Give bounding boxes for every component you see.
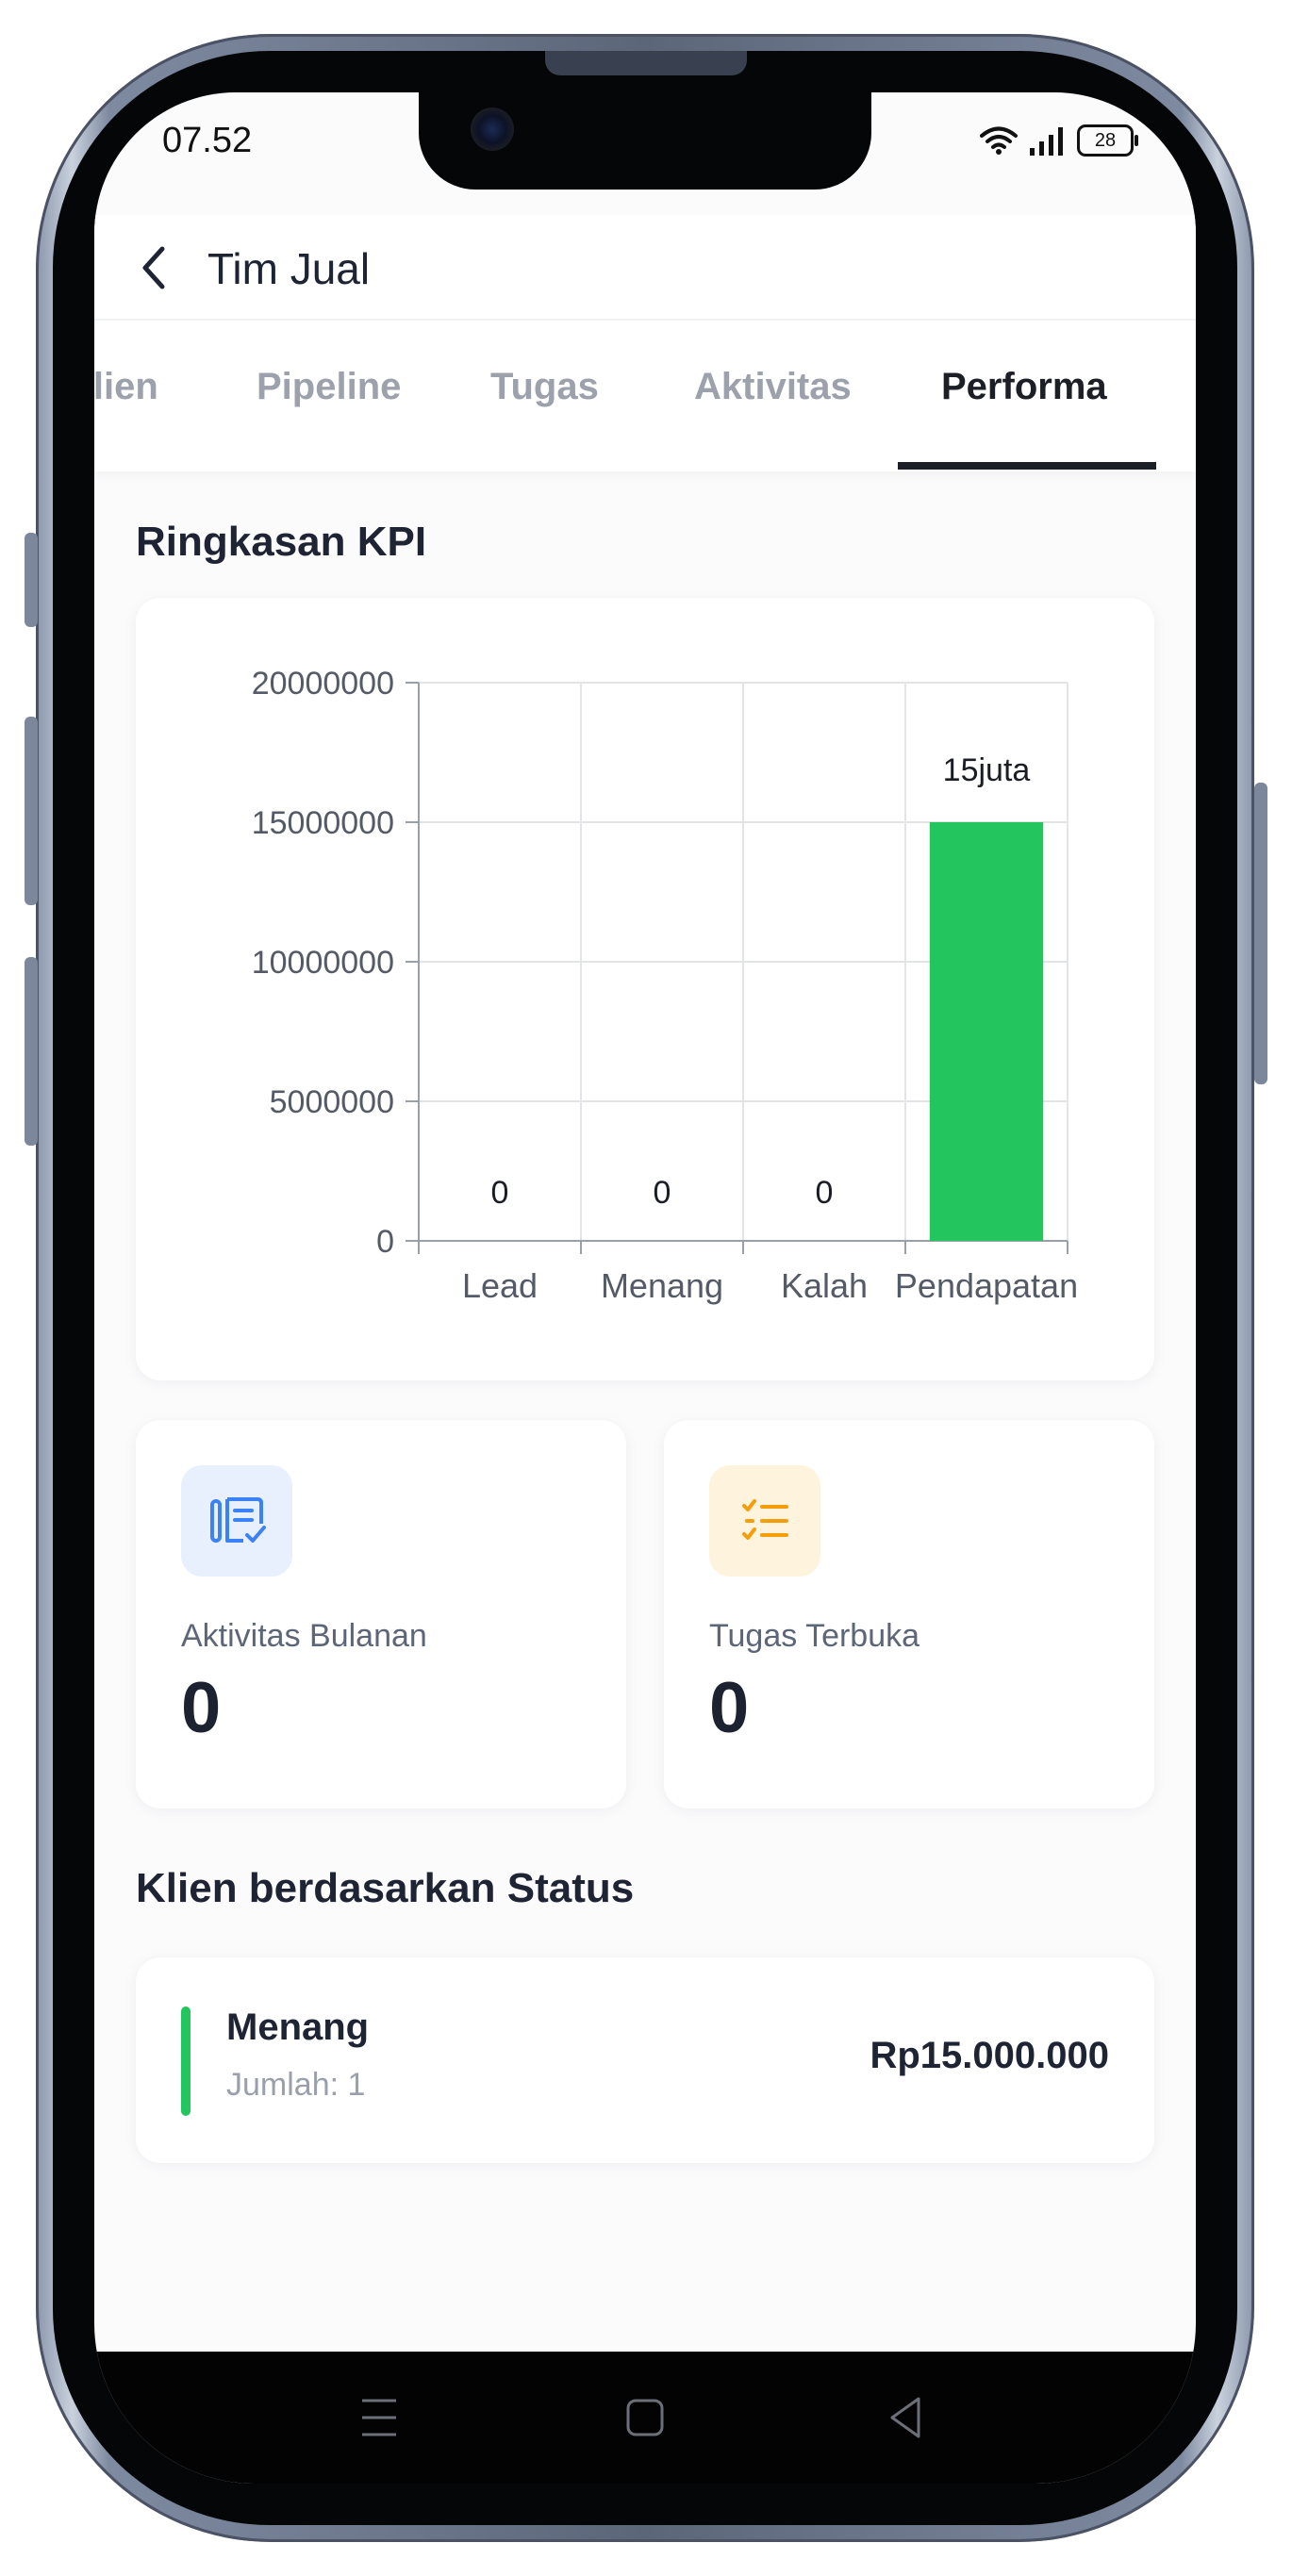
status-icons: 28 — [979, 124, 1138, 157]
home-icon[interactable] — [624, 2393, 666, 2442]
tab-performa[interactable]: Performa — [941, 366, 1107, 408]
back-icon[interactable] — [885, 2393, 926, 2442]
camera-icon — [471, 107, 514, 151]
back-arrow-icon[interactable] — [132, 241, 179, 294]
tab-aktivitas[interactable]: Aktivitas — [694, 366, 852, 408]
status-name: Menang — [226, 2006, 370, 2048]
kpi-label: Tugas Terbuka — [709, 1618, 920, 1654]
status-list-item[interactable]: Menang Jumlah: 1 Rp15.000.000 — [136, 1957, 1154, 2163]
notes-check-icon — [210, 1497, 266, 1543]
y-tick-label: 20000000 — [252, 666, 394, 702]
tab-tugas[interactable]: Tugas — [490, 366, 599, 408]
kpi-chart-card: 0 5000000 10000000 15000000 20000000 0 Lead 0 Me… — [136, 598, 1154, 1380]
kpi-label: Aktivitas Bulanan — [181, 1618, 427, 1654]
bar-pendapatan — [929, 822, 1044, 1241]
volume-up-button — [25, 717, 38, 905]
y-tick-label: 0 — [376, 1224, 394, 1260]
volume-down-button — [25, 957, 38, 1146]
screen: 07.52 28 Tim Jual Klien Pipeline Tugas A… — [94, 92, 1196, 2484]
active-tab-indicator — [898, 462, 1156, 470]
status-time: 07.52 — [162, 121, 253, 160]
x-tick-label: Menang — [601, 1266, 723, 1305]
tab-klien[interactable]: Klien — [94, 366, 158, 408]
notch — [419, 92, 871, 190]
kpi-bar-chart: 0 5000000 10000000 15000000 20000000 0 Lead 0 Me… — [252, 666, 1078, 1305]
x-tick-label: Lead — [462, 1266, 538, 1305]
data-label: 0 — [654, 1175, 671, 1211]
y-tick-label: 5000000 — [270, 1084, 394, 1120]
x-tick-label: Kalah — [781, 1266, 868, 1305]
kpi-card-monthly-activities: Aktivitas Bulanan 0 — [136, 1420, 626, 1808]
x-tick-label: Pendapatan — [895, 1266, 1078, 1305]
status-count: Jumlah: 1 — [226, 2067, 366, 2103]
kpi-icon-box — [709, 1465, 820, 1577]
page-title: Tim Jual — [207, 244, 371, 293]
data-label: 0 — [491, 1175, 509, 1211]
battery-level: 28 — [1094, 130, 1117, 151]
tab-pipeline[interactable]: Pipeline — [257, 366, 401, 408]
checklist-icon — [742, 1499, 788, 1540]
y-tick-label: 10000000 — [252, 945, 394, 981]
kpi-icon-box — [181, 1465, 292, 1577]
app-header: Tim Jual — [94, 215, 1196, 319]
signal-icon — [1030, 127, 1063, 156]
data-label: 0 — [816, 1175, 834, 1211]
kpi-section-title: Ringkasan KPI — [136, 519, 427, 565]
status-section-title: Klien berdasarkan Status — [136, 1865, 635, 1911]
tab-bar: Klien Pipeline Tugas Aktivitas Performa — [94, 319, 1196, 471]
status-amount: Rp15.000.000 — [870, 2035, 1109, 2076]
battery-icon: 28 — [1077, 124, 1138, 157]
status-color-bar — [181, 2006, 190, 2116]
wifi-icon — [980, 126, 1018, 155]
data-label: 15juta — [943, 752, 1031, 788]
kpi-card-open-tasks: Tugas Terbuka 0 — [664, 1420, 1154, 1808]
menu-icon[interactable] — [358, 2393, 400, 2442]
system-nav-bar — [94, 2352, 1196, 2484]
speaker-grille — [545, 51, 747, 75]
kpi-value: 0 — [181, 1668, 222, 1748]
power-button — [1254, 783, 1267, 1084]
y-tick-label: 15000000 — [252, 805, 394, 841]
kpi-value: 0 — [709, 1668, 750, 1748]
side-button — [25, 533, 38, 627]
